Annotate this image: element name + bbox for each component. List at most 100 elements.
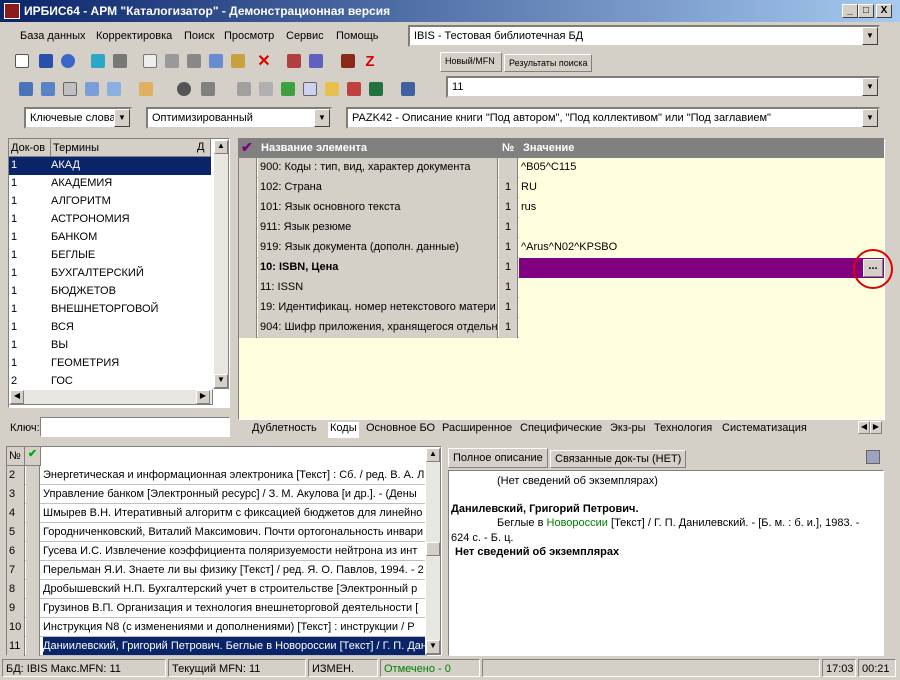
chevron-down-icon[interactable]: ▼ <box>114 109 130 127</box>
ellipsis-button[interactable]: ... <box>863 259 883 277</box>
record-check[interactable] <box>26 580 40 599</box>
terms-row[interactable]: 1 БУХГАЛТЕРСКИЙ <box>9 265 211 283</box>
arrow-forward-icon[interactable] <box>110 51 130 71</box>
edit-icon[interactable] <box>228 51 248 71</box>
row-indicator[interactable] <box>239 198 257 218</box>
folder-icon[interactable] <box>198 79 218 99</box>
mfn-input[interactable]: 11 ▼ <box>446 76 880 98</box>
chevron-down-icon[interactable]: ▼ <box>314 109 330 127</box>
terms-header-docs[interactable]: Док-ов <box>9 139 51 157</box>
row-indicator[interactable] <box>239 278 257 298</box>
checkmark-icon[interactable]: ✔ <box>25 447 41 466</box>
element-row[interactable]: 19: Идентификац. номер нетекстового мате… <box>239 298 884 318</box>
record-check[interactable] <box>26 637 40 656</box>
terms-row[interactable]: 1 БАНКОМ <box>9 229 211 247</box>
tab-full-description[interactable]: Полное описание <box>448 448 548 468</box>
help-book-icon[interactable] <box>398 79 418 99</box>
record-row[interactable]: 8 Дробышевский Н.П. Бухгалтерский учет в… <box>7 580 427 599</box>
terms-hscrollbar[interactable]: ◀ ▶ <box>9 389 213 405</box>
record-check[interactable] <box>26 523 40 542</box>
tab-systematization[interactable]: Систематизация <box>722 422 807 438</box>
element-row[interactable]: 911: Язык резюме 1 <box>239 218 884 238</box>
forward-doc-icon[interactable] <box>278 79 298 99</box>
pin-icon[interactable]: Д <box>197 141 204 153</box>
record-row[interactable]: 2 Энергетическая и информационная электр… <box>7 466 427 485</box>
record-check[interactable] <box>26 618 40 637</box>
record-row[interactable]: 11 Даниилевский, Григорий Петрович. Бегл… <box>7 637 427 656</box>
element-value[interactable] <box>519 298 884 318</box>
chart-icon[interactable] <box>344 79 364 99</box>
key-input[interactable] <box>40 417 230 437</box>
chevron-down-icon[interactable]: ▼ <box>862 27 878 45</box>
element-value[interactable]: RU <box>519 178 884 198</box>
tab-extended[interactable]: Расширенное <box>442 422 512 438</box>
element-row[interactable]: 10: ISBN, Цена 1 <box>239 258 884 278</box>
tab-search-results[interactable]: Результаты поиска <box>504 54 592 72</box>
tab-new-mfn[interactable]: Новый/MFN <box>440 52 502 72</box>
terms-scrollbar[interactable]: ▲ ▼ <box>213 139 229 389</box>
search-profile-select[interactable]: Оптимизированный ▼ <box>146 107 332 129</box>
import-icon[interactable] <box>284 51 304 71</box>
record-row[interactable]: 3 Управление банком [Электронный ресурс]… <box>7 485 427 504</box>
row-indicator[interactable] <box>239 178 257 198</box>
scroll-thumb[interactable] <box>426 542 440 556</box>
maximize-button[interactable]: □ <box>858 4 874 18</box>
delete-icon[interactable]: ✕ <box>254 51 274 71</box>
element-value[interactable]: ^Arus^N02^KPSBO <box>519 238 884 258</box>
worksheet-select[interactable]: PAZK42 - Описание книги "Под автором", "… <box>346 107 880 129</box>
print-icon[interactable] <box>184 51 204 71</box>
chevron-left-icon[interactable]: ◀ <box>858 421 870 434</box>
record-row[interactable]: 9 Грузинов В.П. Организация и технология… <box>7 599 427 618</box>
tab-codes[interactable]: Коды <box>328 422 359 438</box>
record-check[interactable] <box>26 466 40 485</box>
header-element-value[interactable]: Значение <box>523 142 574 154</box>
record-check[interactable] <box>26 561 40 580</box>
element-row[interactable]: 101: Язык основного текста 1 rus <box>239 198 884 218</box>
terms-row[interactable]: 1 АКАДЕМИЯ <box>9 175 211 193</box>
row-indicator[interactable] <box>239 218 257 238</box>
element-value[interactable] <box>519 258 884 278</box>
menu-help[interactable]: Помощь <box>336 30 379 42</box>
chat-icon[interactable] <box>82 79 102 99</box>
close-button[interactable]: X <box>876 4 892 18</box>
terms-header-terms[interactable]: Термины <box>51 139 211 157</box>
z3950-icon[interactable]: Z <box>360 51 380 71</box>
records-scrollbar[interactable]: ▲ ▼ <box>425 447 441 655</box>
record-check[interactable] <box>26 504 40 523</box>
record-check[interactable] <box>26 485 40 504</box>
export-icon[interactable] <box>306 51 326 71</box>
element-value[interactable]: ^B05^C115 <box>519 158 884 178</box>
header-element-name[interactable]: Название элемента <box>261 142 367 154</box>
barcode-icon[interactable] <box>338 51 358 71</box>
search-person-icon[interactable] <box>16 79 36 99</box>
record-check[interactable] <box>26 599 40 618</box>
menu-search[interactable]: Поиск <box>184 30 214 42</box>
row-indicator[interactable] <box>239 318 257 338</box>
tab-copies[interactable]: Экз-ры <box>610 422 646 438</box>
chevron-down-icon[interactable]: ▼ <box>426 640 440 654</box>
terms-row[interactable]: 1 АКАД <box>9 157 211 175</box>
excel-icon[interactable] <box>366 79 386 99</box>
row-indicator[interactable] <box>239 158 257 178</box>
tab-technology[interactable]: Технология <box>654 422 712 438</box>
minimize-button[interactable]: _ <box>842 4 858 18</box>
chevron-down-icon[interactable]: ▼ <box>862 78 878 96</box>
row-indicator[interactable] <box>239 258 257 278</box>
tab-specific[interactable]: Специфические <box>520 422 602 438</box>
terms-row[interactable]: 1 БЕГЛЫЕ <box>9 247 211 265</box>
chevron-right-icon[interactable]: ▶ <box>870 421 882 434</box>
menu-edit[interactable]: Корректировка <box>96 30 172 42</box>
view-icon[interactable] <box>174 79 194 99</box>
terms-row[interactable]: 1 БЮДЖЕТОВ <box>9 283 211 301</box>
element-row[interactable]: 900: Коды : тип, вид, характер документа… <box>239 158 884 178</box>
chevron-down-icon[interactable]: ▼ <box>862 109 878 127</box>
folder-open-icon[interactable] <box>322 79 342 99</box>
row-indicator[interactable] <box>239 238 257 258</box>
row-indicator[interactable] <box>239 298 257 318</box>
chevron-right-icon[interactable]: ▶ <box>196 390 210 404</box>
chevron-up-icon[interactable]: ▲ <box>214 140 228 154</box>
element-row[interactable]: 904: Шифр приложения, хранящегося отдель… <box>239 318 884 338</box>
print-preview-icon[interactable] <box>866 450 880 464</box>
terms-row[interactable]: 1 АСТРОНОМИЯ <box>9 211 211 229</box>
record-row[interactable]: 4 Шмырев В.Н. Итеративный алгоритм с фик… <box>7 504 427 523</box>
